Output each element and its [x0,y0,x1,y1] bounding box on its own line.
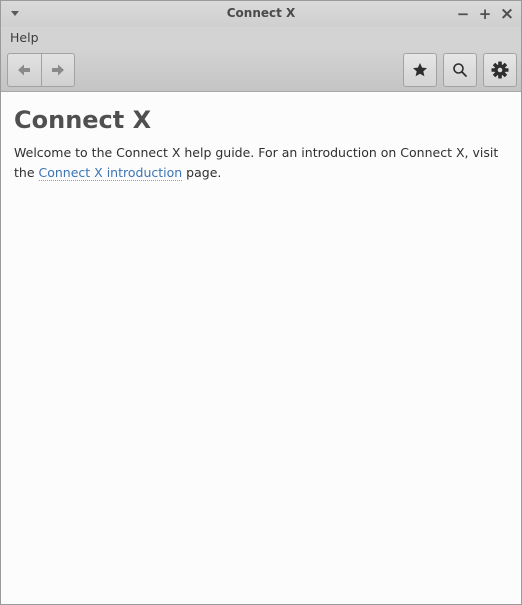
arrow-right-icon [51,64,64,76]
navigation-group [7,53,75,87]
back-button[interactable] [8,54,41,86]
window-title: Connect X [226,6,296,20]
settings-button[interactable] [483,53,517,87]
close-button[interactable]: × [498,5,516,23]
help-window: Connect X − + × Help Connect X Welcome t… [0,0,522,605]
title-bar[interactable]: Connect X − + × [1,1,521,27]
arrow-left-icon [18,64,31,76]
intro-paragraph: Welcome to the Connect X help guide. For… [14,143,510,183]
gear-icon [491,61,509,79]
menu-item-help[interactable]: Help [10,30,39,45]
star-icon [413,63,427,77]
search-icon [453,63,467,77]
minimize-button[interactable]: − [454,5,472,23]
menu-bar: Help [1,27,521,49]
connect-x-introduction-link[interactable]: Connect X introduction [38,165,183,181]
toolbar [1,49,521,92]
intro-text-end: page. [182,165,222,180]
maximize-button[interactable]: + [476,5,494,23]
bookmark-button[interactable] [403,53,437,87]
forward-button[interactable] [40,54,75,86]
search-button[interactable] [443,53,477,87]
help-content: Connect X Welcome to the Connect X help … [1,92,521,604]
page-title: Connect X [14,106,152,134]
